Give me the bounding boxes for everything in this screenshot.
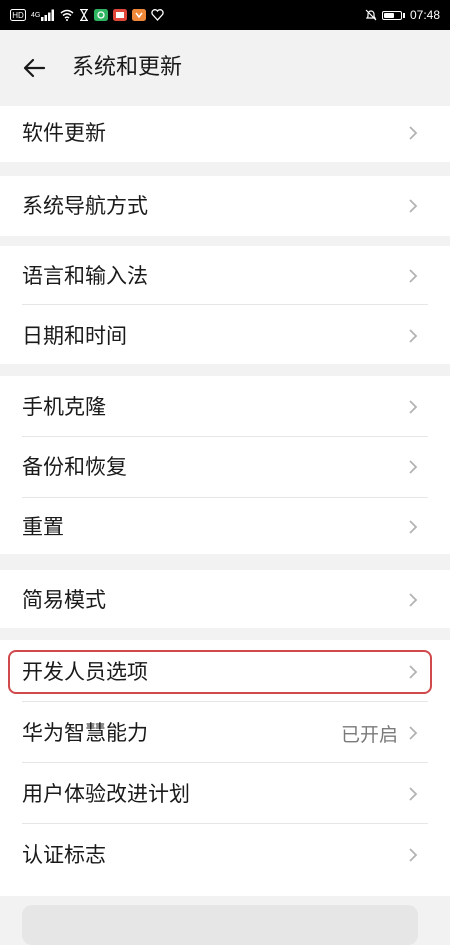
chevron-right-icon [409,787,418,801]
settings-item-certification[interactable]: 认证标志 [0,825,450,885]
chevron-right-icon [409,199,418,213]
settings-item-label: 开发人员选项 [22,660,148,684]
settings-item-backup-restore[interactable]: 备份和恢复 [0,437,450,497]
settings-item-user-experience[interactable]: 用户体验改进计划 [0,764,450,824]
svg-text:HD: HD [12,11,24,20]
page-title: 系统和更新 [72,55,183,80]
settings-item-language-input[interactable]: 语言和输入法 [0,246,450,306]
settings-item-label: 语言和输入法 [22,264,148,288]
chevron-right-icon [409,126,418,140]
status-time: 07:48 [409,8,440,22]
settings-item-label: 简易模式 [22,588,106,612]
settings-item-label: 系统导航方式 [22,194,148,218]
chevron-right-icon [409,665,418,679]
chevron-right-icon [409,400,418,414]
status-bar: HD 4G 07:48 [0,0,450,30]
chevron-right-icon [409,329,418,343]
settings-item-date-time[interactable]: 日期和时间 [0,306,450,366]
search-card-partial [22,905,418,945]
settings-item-value: 已开启 [340,723,398,746]
settings-item-label: 用户体验改进计划 [22,782,190,806]
settings-item-label: 华为智慧能力 [22,721,148,745]
heart-icon [151,8,165,22]
settings-item-reset[interactable]: 重置 [0,497,450,557]
chevron-right-icon [409,593,418,607]
settings-item-simple-mode[interactable]: 简易模式 [0,570,450,630]
app-green-icon [94,8,109,22]
back-arrow-icon[interactable] [20,54,48,82]
settings-item-label: 认证标志 [22,843,106,867]
settings-item-label: 手机克隆 [22,395,106,419]
signal-icon: 4G [31,8,55,22]
settings-item-developer-options[interactable]: 开发人员选项 [0,642,450,702]
signal-label: 4G [31,11,41,19]
chevron-right-icon [409,726,418,740]
hourglass-icon [79,8,89,22]
chevron-right-icon [409,520,418,534]
status-bar-left: HD 4G [10,8,165,22]
settings-item-phone-clone[interactable]: 手机克隆 [0,377,450,437]
settings-item-label: 日期和时间 [22,324,127,348]
settings-item-label: 备份和恢复 [22,455,127,479]
hd-icon: HD [10,8,26,22]
app-red-icon [113,8,128,22]
chevron-right-icon [409,460,418,474]
chevron-right-icon [409,848,418,862]
settings-item-navigation[interactable]: 系统导航方式 [0,176,450,236]
mute-bell-icon [365,8,377,22]
settings-item-label: 软件更新 [22,121,106,145]
chevron-right-icon [409,269,418,283]
settings-item-label: 重置 [22,515,64,539]
status-bar-right: 07:48 [365,8,440,22]
page-header: 系统和更新 [0,30,450,106]
wifi-icon [60,8,74,22]
battery-icon [381,10,405,20]
app-orange-icon [132,8,147,22]
settings-item-software-update[interactable]: 软件更新 [0,103,450,163]
settings-item-huawei-ai[interactable]: 华为智慧能力 已开启 [0,703,450,763]
